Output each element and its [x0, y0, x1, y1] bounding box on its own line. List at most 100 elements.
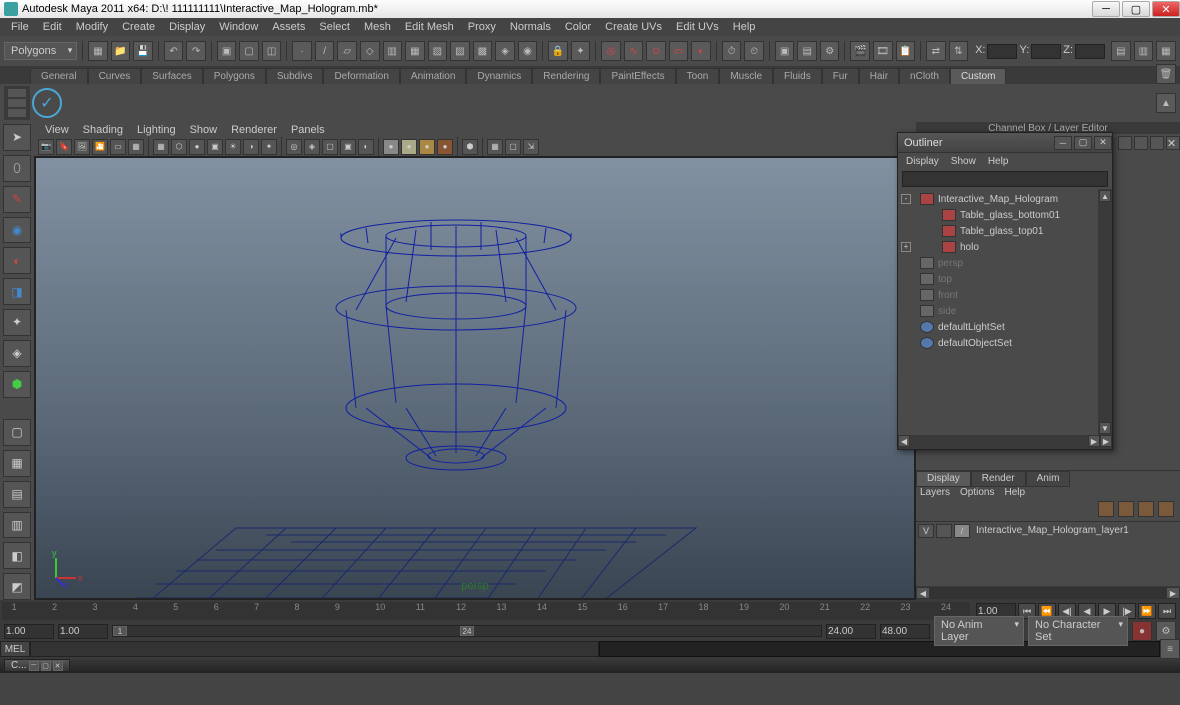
layer-type-toggle[interactable] — [936, 524, 952, 538]
shelf-tab-surfaces[interactable]: Surfaces — [141, 68, 202, 84]
outliner-row[interactable]: defaultObjectSet — [900, 335, 1096, 351]
clip-icon[interactable]: 🎬 — [850, 41, 870, 61]
layer-menu-options[interactable]: Options — [960, 487, 994, 501]
view-four-icon[interactable]: ▦ — [3, 450, 31, 477]
menu-select[interactable]: Select — [312, 19, 357, 35]
menu-create[interactable]: Create — [115, 19, 162, 35]
vp-menu-view[interactable]: View — [38, 123, 76, 137]
menu-color[interactable]: Color — [558, 19, 598, 35]
vp-ball1-icon[interactable]: ● — [383, 139, 399, 155]
ipr-icon[interactable]: ▤ — [797, 41, 817, 61]
anim-layer-dropdown[interactable]: No Anim Layer — [934, 616, 1024, 646]
shelf-tab-fur[interactable]: Fur — [822, 68, 859, 84]
outliner-close-button[interactable]: ✕ — [1094, 136, 1112, 150]
shelf-tab-fluids[interactable]: Fluids — [773, 68, 822, 84]
save-scene-icon[interactable]: 💾 — [133, 41, 153, 61]
vp-hq-icon[interactable]: ✦ — [261, 139, 277, 155]
outliner-min-button[interactable]: ─ — [1054, 136, 1072, 150]
scroll-left-icon[interactable]: ◀ — [898, 435, 910, 447]
outliner-max-button[interactable]: ▢ — [1074, 136, 1092, 150]
vp-2d-icon[interactable]: ▭ — [110, 139, 126, 155]
mode-selector[interactable]: Polygons — [4, 42, 77, 60]
select-mask3-icon[interactable]: ▧ — [428, 41, 448, 61]
shelf-up-icon[interactable]: ▲ — [1156, 93, 1176, 113]
vp-max-icon[interactable]: ▢ — [505, 139, 521, 155]
outliner-row[interactable]: Table_glass_bottom01 — [900, 207, 1096, 223]
menu-display[interactable]: Display — [162, 19, 212, 35]
vp-menu-renderer[interactable]: Renderer — [224, 123, 284, 137]
universal-tool-icon[interactable]: ✦ — [3, 309, 31, 336]
outliner-row[interactable]: +holo — [900, 239, 1096, 255]
menu-mesh[interactable]: Mesh — [357, 19, 398, 35]
select-uv-icon[interactable]: ◇ — [360, 41, 380, 61]
layer-color-swatch[interactable]: / — [954, 524, 970, 538]
move-tool-icon[interactable]: ◉ — [3, 217, 31, 244]
layer-down-icon[interactable] — [1158, 501, 1174, 517]
vp-menu-panels[interactable]: Panels — [284, 123, 332, 137]
minimize-button[interactable]: ─ — [1092, 1, 1120, 17]
shelf-tab-hair[interactable]: Hair — [859, 68, 899, 84]
range-end-input[interactable] — [880, 624, 930, 639]
vp-expose-icon[interactable]: ▦ — [487, 139, 503, 155]
range-thumb-left[interactable]: 1 — [113, 626, 127, 636]
last-tool-icon[interactable]: ⬢ — [3, 371, 31, 398]
snap-grid-icon[interactable]: ◎ — [601, 41, 621, 61]
layout-left-icon[interactable]: ▤ — [1111, 41, 1131, 61]
outliner-row[interactable]: front — [900, 287, 1096, 303]
select-component-icon[interactable]: ◫ — [262, 41, 282, 61]
menu-edit[interactable]: Edit — [36, 19, 69, 35]
cb-close-icon[interactable]: ✕ — [1166, 136, 1180, 150]
layer-tab-display[interactable]: Display — [916, 471, 971, 487]
scroll-right-icon[interactable]: ▶ — [1166, 587, 1180, 599]
range-inner-start-input[interactable] — [58, 624, 108, 639]
maximize-button[interactable]: ▢ — [1122, 1, 1150, 17]
task-max-icon[interactable]: ▢ — [41, 661, 51, 671]
menu-modify[interactable]: Modify — [69, 19, 115, 35]
layer-newempty-icon[interactable] — [1118, 501, 1134, 517]
vp-grid-icon[interactable]: ▦ — [153, 139, 169, 155]
undo-icon[interactable]: ↶ — [164, 41, 184, 61]
render-icon[interactable]: ▣ — [775, 41, 795, 61]
menu-createuvs[interactable]: Create UVs — [598, 19, 669, 35]
shelf-tab-curves[interactable]: Curves — [88, 68, 142, 84]
menu-help[interactable]: Help — [726, 19, 763, 35]
task-min-icon[interactable]: ─ — [29, 661, 39, 671]
vp-menu-show[interactable]: Show — [183, 123, 225, 137]
vp-light-icon[interactable]: ☀ — [225, 139, 241, 155]
redo-icon[interactable]: ↷ — [186, 41, 206, 61]
shelf-tab-polygons[interactable]: Polygons — [203, 68, 266, 84]
scroll-up-icon[interactable]: ▲ — [1099, 190, 1111, 202]
shelf-tab-dynamics[interactable]: Dynamics — [466, 68, 532, 84]
menu-assets[interactable]: Assets — [265, 19, 312, 35]
z-input[interactable] — [1075, 44, 1105, 59]
render-settings-icon[interactable]: ⚙ — [820, 41, 840, 61]
outliner-row[interactable]: defaultLightSet — [900, 319, 1096, 335]
vp-ball4-icon[interactable]: ● — [437, 139, 453, 155]
range-start-input[interactable] — [4, 624, 54, 639]
script-editor-icon[interactable]: ≡ — [1160, 639, 1180, 659]
shelf-editor-toggle[interactable] — [4, 86, 30, 120]
vp-prim1-icon[interactable]: ▢ — [322, 139, 338, 155]
select-mask5-icon[interactable]: ▩ — [473, 41, 493, 61]
vp-grid2-icon[interactable]: ▦ — [128, 139, 144, 155]
transform-icon[interactable]: ⇄ — [926, 41, 946, 61]
lasso-tool-icon[interactable]: ⬯ — [3, 155, 31, 182]
lock-icon[interactable]: 🔒 — [548, 41, 568, 61]
checkmark-icon[interactable]: ✓ — [32, 88, 62, 118]
outliner-row[interactable]: -Interactive_Map_Hologram — [900, 191, 1096, 207]
outliner-search-input[interactable] — [902, 171, 1108, 187]
x-input[interactable] — [987, 44, 1017, 59]
task-close-icon[interactable]: ✕ — [53, 661, 63, 671]
select-vertex-icon[interactable]: · — [292, 41, 312, 61]
shelf-tab-animation[interactable]: Animation — [400, 68, 466, 84]
select-tool-icon[interactable]: ➤ — [3, 124, 31, 151]
menu-editmesh[interactable]: Edit Mesh — [398, 19, 461, 35]
vp-isolate-icon[interactable]: ◎ — [286, 139, 302, 155]
view-outliner-icon[interactable]: ▥ — [3, 512, 31, 539]
vp-ball2-icon[interactable]: ● — [401, 139, 417, 155]
vp-prim3-icon[interactable]: ◐ — [358, 139, 374, 155]
shelf-tab-rendering[interactable]: Rendering — [532, 68, 600, 84]
scroll-down-icon[interactable]: ▼ — [1099, 422, 1111, 434]
select-face-icon[interactable]: ▱ — [337, 41, 357, 61]
prefs-icon[interactable]: ⚙ — [1156, 621, 1176, 641]
